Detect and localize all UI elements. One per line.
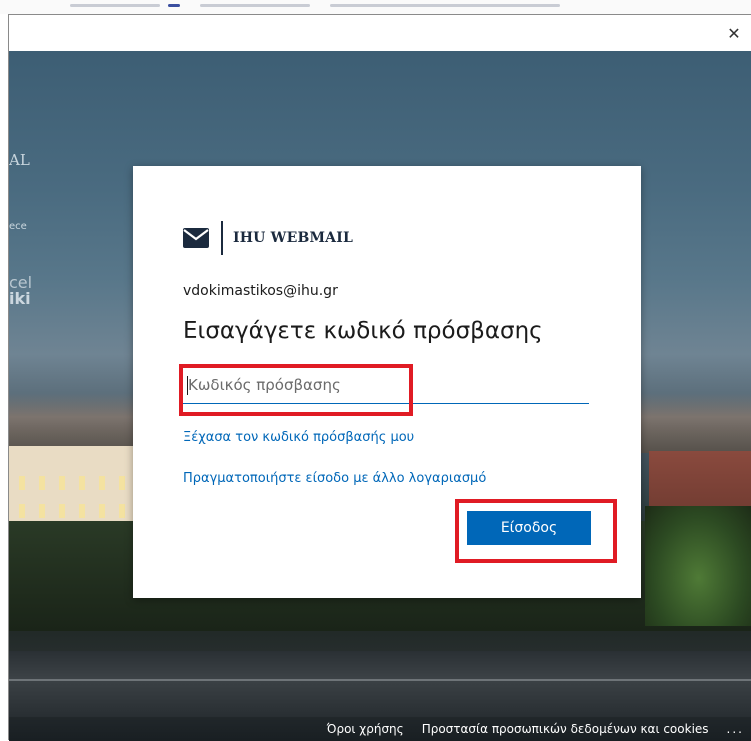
- text-caret: [187, 376, 188, 395]
- title-bar: ✕: [9, 15, 751, 51]
- background-photo: AL ece cel iki Όροι χρήσης Προστασία προ…: [9, 51, 751, 741]
- scribble-mark: [70, 4, 160, 7]
- logo-text: IHU WEBMAIL: [233, 230, 354, 246]
- footer-bar: Όροι χρήσης Προστασία προσωπικών δεδομέν…: [9, 717, 751, 741]
- top-strip: [0, 0, 751, 14]
- signin-dialog: IHU WEBMAIL vdokimastikos@ihu.gr Εισαγάγ…: [133, 166, 641, 598]
- tree-cluster: [645, 506, 751, 626]
- more-options-button[interactable]: ...: [727, 722, 744, 736]
- other-account-link[interactable]: Πραγματοποιήστε είσοδο με άλλο λογαριασμ…: [183, 471, 486, 486]
- scribble-mark: [200, 4, 310, 7]
- page-title: Εισαγάγετε κωδικό πρόσβασης: [183, 318, 543, 344]
- close-icon: ✕: [727, 23, 741, 43]
- logo-separator: [221, 221, 223, 255]
- road-marking: [9, 679, 751, 681]
- browser-popup-window: ✕ AL ece cel iki Όροι χρήσης Προστασία π…: [8, 14, 751, 741]
- signin-button[interactable]: Είσοδος: [467, 511, 591, 545]
- scribble-mark: [330, 4, 560, 7]
- close-button[interactable]: ✕: [716, 15, 751, 51]
- envelope-icon: [183, 228, 209, 248]
- privacy-link[interactable]: Προστασία προσωπικών δεδομένων και cooki…: [422, 722, 709, 736]
- forgot-password-link[interactable]: Ξέχασα τον κωδικό πρόσβασής μου: [183, 430, 414, 445]
- password-field-wrapper: [183, 368, 589, 404]
- background-text: iki: [9, 289, 31, 308]
- account-email: vdokimastikos@ihu.gr: [183, 283, 338, 299]
- background-text: ece: [9, 221, 27, 232]
- scribble-mark: [168, 4, 180, 7]
- password-input[interactable]: [183, 368, 589, 402]
- background-text: AL: [9, 151, 30, 169]
- ihu-webmail-logo: IHU WEBMAIL: [183, 221, 353, 255]
- terms-link[interactable]: Όροι χρήσης: [327, 722, 404, 736]
